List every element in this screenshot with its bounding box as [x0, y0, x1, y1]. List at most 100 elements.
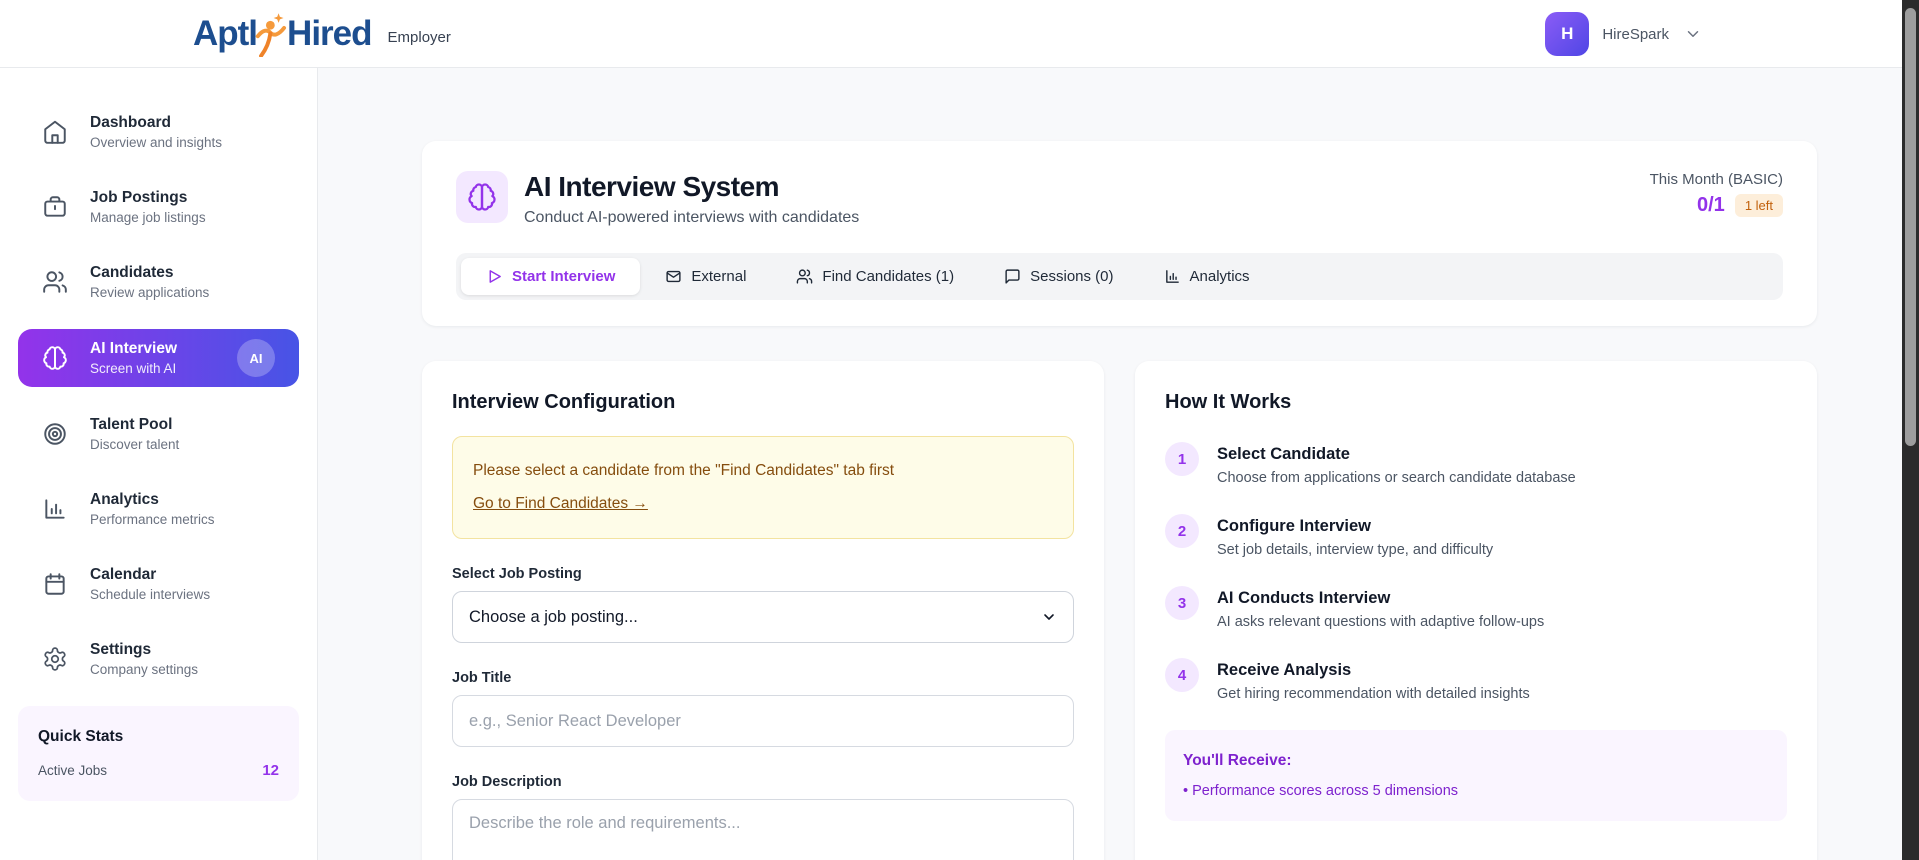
- sidebar-item-job-postings[interactable]: Job Postings Manage job listings: [18, 179, 299, 235]
- step-description: Get hiring recommendation with detailed …: [1217, 686, 1530, 702]
- tab-sessions[interactable]: Sessions (0): [979, 258, 1138, 295]
- tab-label: External: [691, 268, 747, 285]
- top-header: Aptl Hired Employer H HireSpark: [0, 0, 1919, 68]
- user-name: HireSpark: [1602, 25, 1669, 43]
- step-number: 1: [1165, 442, 1199, 476]
- briefcase-icon: [42, 194, 68, 220]
- sidebar: Dashboard Overview and insights Job Post…: [0, 68, 318, 860]
- sidebar-item-sublabel: Screen with AI: [90, 361, 177, 376]
- page-title: AI Interview System: [524, 171, 780, 202]
- job-description-label: Job Description: [452, 774, 562, 790]
- tab-label: Analytics: [1189, 268, 1250, 285]
- sidebar-item-sublabel: Discover talent: [90, 437, 180, 452]
- how-it-works-card: How It Works 1 Select Candidate Choose f…: [1135, 361, 1817, 860]
- step-title: AI Conducts Interview: [1217, 589, 1391, 607]
- tab-label: Find Candidates (1): [822, 268, 955, 285]
- job-title-input[interactable]: [452, 695, 1074, 747]
- sidebar-item-sublabel: Company settings: [90, 662, 199, 677]
- candidate-warning: Please select a candidate from the "Find…: [452, 436, 1074, 539]
- sidebar-item-ai-interview[interactable]: AI Interview Screen with AI AI: [18, 329, 299, 387]
- logo-text-part1: Aptl: [193, 13, 258, 53]
- job-posting-selected-value: Choose a job posting...: [469, 607, 638, 626]
- job-description-textarea[interactable]: [452, 799, 1074, 860]
- page-subtitle: Conduct AI-powered interviews with candi…: [524, 209, 860, 226]
- brain-icon: [456, 171, 508, 223]
- sidebar-item-label: Candidates: [90, 264, 174, 281]
- chevron-down-icon: [1041, 609, 1057, 625]
- step-number: 2: [1165, 514, 1199, 548]
- usage-remaining-badge: 1 left: [1734, 194, 1783, 217]
- sidebar-item-settings[interactable]: Settings Company settings: [18, 631, 299, 687]
- quick-stats-row: Active Jobs 12: [38, 762, 279, 779]
- step-description: Set job details, interview type, and dif…: [1217, 542, 1494, 558]
- sidebar-item-analytics[interactable]: Analytics Performance metrics: [18, 481, 299, 537]
- tab-start-interview[interactable]: Start Interview: [461, 258, 641, 295]
- sidebar-item-label: Talent Pool: [90, 416, 173, 433]
- user-menu[interactable]: H HireSpark: [1545, 0, 1702, 68]
- gear-icon: [42, 646, 68, 672]
- job-title-label: Job Title: [452, 670, 512, 686]
- go-to-find-candidates-link[interactable]: Go to Find Candidates →: [473, 495, 648, 513]
- ai-badge: AI: [237, 339, 275, 377]
- logo-suffix: Employer: [387, 29, 451, 46]
- how-it-works-step: 3 AI Conducts Interview AI asks relevant…: [1165, 586, 1787, 630]
- avatar[interactable]: H: [1545, 12, 1590, 56]
- tab-external[interactable]: External: [640, 258, 771, 295]
- sidebar-item-sublabel: Manage job listings: [90, 210, 206, 225]
- tab-analytics[interactable]: Analytics: [1139, 258, 1275, 295]
- page-scrollbar[interactable]: [1902, 0, 1919, 860]
- users-icon: [796, 268, 813, 285]
- sidebar-item-label: AI Interview: [90, 340, 177, 357]
- sidebar-item-calendar[interactable]: Calendar Schedule interviews: [18, 556, 299, 612]
- job-posting-select[interactable]: Choose a job posting...: [452, 591, 1074, 643]
- sidebar-item-candidates[interactable]: Candidates Review applications: [18, 254, 299, 310]
- how-it-works-step: 4 Receive Analysis Get hiring recommenda…: [1165, 658, 1787, 702]
- main-content: AI Interview System Conduct AI-powered i…: [319, 0, 1919, 860]
- quick-stats-title: Quick Stats: [38, 728, 124, 745]
- job-posting-label: Select Job Posting: [452, 566, 582, 582]
- home-icon: [42, 119, 68, 145]
- usage-count: 0/1: [1697, 194, 1725, 216]
- target-icon: [42, 421, 68, 447]
- quick-stats-value: 12: [262, 762, 279, 779]
- config-title: Interview Configuration: [452, 391, 676, 413]
- tab-label: Start Interview: [512, 268, 616, 285]
- step-description: AI asks relevant questions with adaptive…: [1217, 614, 1545, 630]
- step-title: Select Candidate: [1217, 445, 1350, 463]
- app-logo[interactable]: Aptl Hired Employer: [193, 11, 451, 57]
- scrollbar-thumb[interactable]: [1905, 8, 1916, 446]
- sidebar-item-label: Dashboard: [90, 114, 171, 131]
- chat-icon: [1004, 268, 1021, 285]
- sidebar-item-talent-pool[interactable]: Talent Pool Discover talent: [18, 406, 299, 462]
- step-number: 3: [1165, 586, 1199, 620]
- usage-period: This Month (BASIC): [1649, 171, 1783, 188]
- quick-stats-panel: Quick Stats Active Jobs 12: [18, 706, 299, 801]
- sidebar-item-sublabel: Schedule interviews: [90, 587, 211, 602]
- sidebar-item-sublabel: Performance metrics: [90, 512, 215, 527]
- how-it-works-step: 1 Select Candidate Choose from applicati…: [1165, 442, 1787, 486]
- warning-message: Please select a candidate from the "Find…: [473, 462, 895, 479]
- tab-find-candidates[interactable]: Find Candidates (1): [771, 258, 979, 295]
- step-title: Receive Analysis: [1217, 661, 1352, 679]
- play-icon: [486, 268, 503, 285]
- tab-label: Sessions (0): [1030, 268, 1114, 285]
- interview-configuration-card: Interview Configuration Please select a …: [422, 361, 1104, 860]
- logo-person-icon: [255, 11, 289, 57]
- mail-icon: [665, 268, 682, 285]
- sidebar-item-label: Analytics: [90, 491, 159, 508]
- youll-receive-item: • Performance scores across 5 dimensions: [1183, 783, 1459, 799]
- calendar-icon: [42, 571, 68, 597]
- tab-bar: Start Interview External Find Candidates…: [456, 253, 1783, 300]
- youll-receive-panel: You'll Receive: • Performance scores acr…: [1165, 730, 1787, 821]
- step-description: Choose from applications or search candi…: [1217, 470, 1576, 486]
- sidebar-item-sublabel: Review applications: [90, 285, 210, 300]
- step-number: 4: [1165, 658, 1199, 692]
- sidebar-item-label: Settings: [90, 641, 152, 658]
- sidebar-item-sublabel: Overview and insights: [90, 135, 223, 150]
- youll-receive-title: You'll Receive:: [1183, 752, 1292, 769]
- brain-icon: [42, 345, 68, 371]
- bar-chart-icon: [1164, 268, 1181, 285]
- sidebar-item-dashboard[interactable]: Dashboard Overview and insights: [18, 104, 299, 160]
- how-it-works-step: 2 Configure Interview Set job details, i…: [1165, 514, 1787, 558]
- chevron-down-icon[interactable]: [1684, 25, 1702, 43]
